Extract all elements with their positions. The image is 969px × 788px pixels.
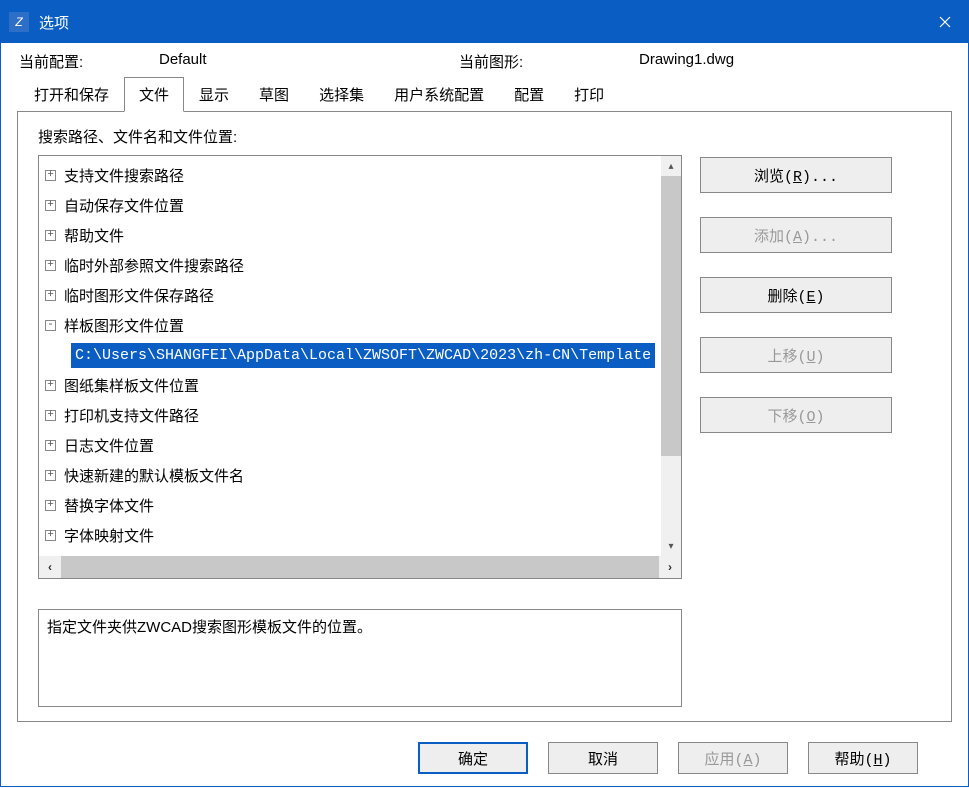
expand-icon[interactable]: +	[45, 470, 56, 481]
scroll-thumb-h[interactable]	[61, 556, 659, 578]
expand-icon[interactable]: +	[45, 380, 56, 391]
tree-item-printer-support[interactable]: + 打印机支持文件路径	[41, 400, 679, 430]
tab-bar: 打开和保存 文件 显示 草图 选择集 用户系统配置 配置 打印	[1, 76, 968, 111]
drawing-label: 当前图形:	[459, 51, 639, 72]
tree-item-autosave[interactable]: + 自动保存文件位置	[41, 190, 679, 220]
expand-icon[interactable]: +	[45, 260, 56, 271]
side-button-group: 浏览(R)... 添加(A)... 删除(E) 上移(U) 下移(O)	[700, 155, 892, 579]
cancel-button[interactable]: 取消	[548, 742, 658, 774]
expand-icon[interactable]: +	[45, 200, 56, 211]
horizontal-scrollbar[interactable]: ‹ ›	[39, 556, 681, 578]
tree-label: 字体映射文件	[60, 523, 158, 548]
tree-item-font-map[interactable]: + 字体映射文件	[41, 520, 679, 550]
tree-label: 支持文件搜索路径	[60, 163, 188, 188]
info-row: 当前配置: Default 当前图形: Drawing1.dwg	[1, 43, 968, 76]
browse-button[interactable]: 浏览(R)...	[700, 157, 892, 193]
tree-item-alt-font[interactable]: + 替换字体文件	[41, 490, 679, 520]
tree-item-help[interactable]: + 帮助文件	[41, 220, 679, 250]
profile-label: 当前配置:	[19, 51, 159, 72]
tree-item-template-path[interactable]: C:\Users\SHANGFEI\AppData\Local\ZWSOFT\Z…	[41, 340, 679, 370]
expand-icon[interactable]: +	[45, 440, 56, 451]
options-dialog: Z 选项 当前配置: Default 当前图形: Drawing1.dwg 打开…	[0, 0, 969, 787]
apply-button[interactable]: 应用(A)	[678, 742, 788, 774]
tree-item-support-path[interactable]: + 支持文件搜索路径	[41, 160, 679, 190]
scroll-up-icon[interactable]: ▴	[661, 156, 681, 176]
tree-label: 图纸集样板文件位置	[60, 373, 203, 398]
tree-item-template-dwg[interactable]: - 样板图形文件位置	[41, 310, 679, 340]
tree-container: + 支持文件搜索路径 + 自动保存文件位置 + 帮助文件 +	[38, 155, 682, 579]
app-icon: Z	[9, 12, 29, 32]
expand-icon[interactable]: +	[45, 170, 56, 181]
scroll-left-icon[interactable]: ‹	[39, 556, 61, 578]
expand-icon[interactable]: +	[45, 530, 56, 541]
tree-label: 日志文件位置	[60, 433, 158, 458]
path-tree: + 支持文件搜索路径 + 自动保存文件位置 + 帮助文件 +	[39, 156, 681, 554]
tab-selection[interactable]: 选择集	[304, 77, 379, 112]
description-box: 指定文件夹供ZWCAD搜索图形模板文件的位置。	[38, 609, 682, 707]
move-down-button[interactable]: 下移(O)	[700, 397, 892, 433]
main-layout: + 支持文件搜索路径 + 自动保存文件位置 + 帮助文件 +	[38, 155, 931, 579]
drawing-value: Drawing1.dwg	[639, 51, 734, 72]
tab-user-pref[interactable]: 用户系统配置	[379, 77, 499, 112]
titlebar: Z 选项	[1, 1, 968, 43]
scroll-down-icon[interactable]: ▾	[661, 536, 681, 556]
tree-label-selected: C:\Users\SHANGFEI\AppData\Local\ZWSOFT\Z…	[71, 343, 655, 368]
close-button[interactable]	[922, 1, 968, 43]
window-title: 选项	[39, 12, 922, 33]
tab-file[interactable]: 文件	[124, 77, 184, 112]
help-button[interactable]: 帮助(H)	[808, 742, 918, 774]
tree-label: 临时图形文件保存路径	[60, 283, 218, 308]
expand-icon[interactable]: +	[45, 500, 56, 511]
move-up-button[interactable]: 上移(U)	[700, 337, 892, 373]
expand-icon[interactable]: +	[45, 410, 56, 421]
tree-item-temp-dwg[interactable]: + 临时图形文件保存路径	[41, 280, 679, 310]
collapse-icon[interactable]: -	[45, 320, 56, 331]
tree-item-sheetset-template[interactable]: + 图纸集样板文件位置	[41, 370, 679, 400]
profile-value: Default	[159, 51, 459, 72]
expand-icon[interactable]: +	[45, 230, 56, 241]
tree-label: 帮助文件	[60, 223, 128, 248]
tab-profiles[interactable]: 配置	[499, 77, 559, 112]
tree-item-xref-temp[interactable]: + 临时外部参照文件搜索路径	[41, 250, 679, 280]
tab-open-save[interactable]: 打开和保存	[19, 77, 124, 112]
tree-label: 替换字体文件	[60, 493, 158, 518]
tree-label: 样板图形文件位置	[60, 313, 188, 338]
tab-display[interactable]: 显示	[184, 77, 244, 112]
scroll-thumb[interactable]	[661, 176, 681, 456]
tab-draft[interactable]: 草图	[244, 77, 304, 112]
tab-print[interactable]: 打印	[559, 77, 619, 112]
close-icon	[939, 16, 951, 28]
panel-heading: 搜索路径、文件名和文件位置:	[38, 126, 931, 147]
vertical-scrollbar[interactable]: ▴ ▾	[661, 156, 681, 556]
tree-content[interactable]: + 支持文件搜索路径 + 自动保存文件位置 + 帮助文件 +	[39, 156, 681, 556]
tree-label: 临时外部参照文件搜索路径	[60, 253, 248, 278]
tree-label: 自动保存文件位置	[60, 193, 188, 218]
scroll-right-icon[interactable]: ›	[659, 556, 681, 578]
dialog-button-row: 确定 取消 应用(A) 帮助(H)	[1, 732, 968, 788]
tree-label: 打印机支持文件路径	[60, 403, 203, 428]
delete-button[interactable]: 删除(E)	[700, 277, 892, 313]
tree-label: 快速新建的默认模板文件名	[60, 463, 248, 488]
tab-panel: 搜索路径、文件名和文件位置: + 支持文件搜索路径 + 自动保存文件位置	[17, 111, 952, 722]
expand-icon[interactable]: +	[45, 290, 56, 301]
ok-button[interactable]: 确定	[418, 742, 528, 774]
add-button[interactable]: 添加(A)...	[700, 217, 892, 253]
tree-item-qnew-template[interactable]: + 快速新建的默认模板文件名	[41, 460, 679, 490]
tree-item-log[interactable]: + 日志文件位置	[41, 430, 679, 460]
